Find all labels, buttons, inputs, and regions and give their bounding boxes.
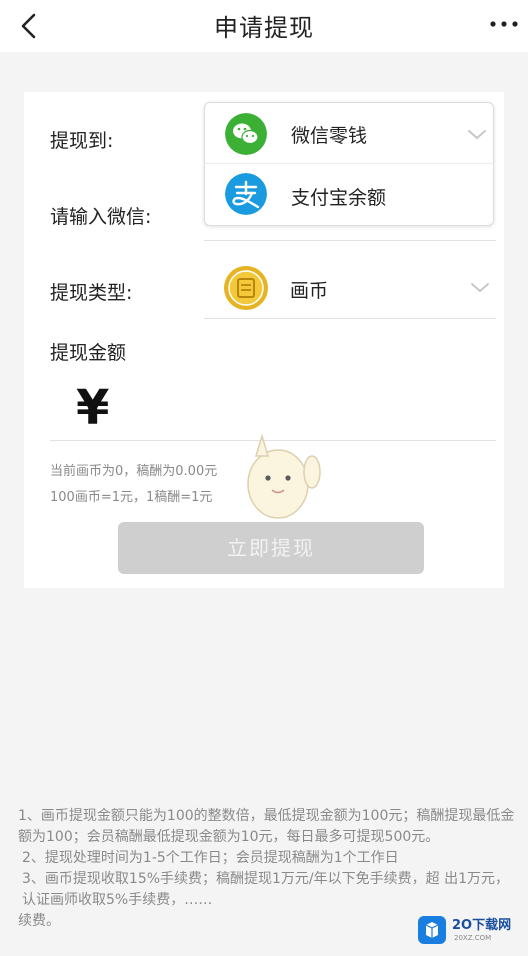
site-watermark: 2O下载网 20XZ.COM	[416, 910, 520, 950]
rate-info: 100画币=1元，1稿酬=1元	[50, 490, 213, 505]
withdraw-type-underline	[204, 318, 496, 319]
withdraw-type-select[interactable]: 画币	[204, 260, 496, 318]
amount-input[interactable]	[134, 384, 496, 434]
option-alipay-balance[interactable]: 支付宝余额	[205, 165, 493, 225]
watermark-sub: 20XZ.COM	[454, 934, 492, 942]
option-wechat-change[interactable]: 微信零钱	[205, 103, 493, 163]
chevron-down-icon	[468, 130, 486, 140]
withdraw-type-value: 画币	[290, 280, 329, 302]
rule-item: 3、画币提现收取15%手续费；稿酬提现1万元/年以下免手续费，超 出1万元，认证…	[22, 871, 510, 908]
wechat-icon	[225, 113, 267, 155]
mascot-watermark-icon	[247, 433, 321, 519]
withdraw-to-label: 提现到:	[50, 130, 114, 152]
watermark-brand: 2O下载网	[452, 918, 512, 933]
wechat-input-underline	[204, 240, 496, 241]
wechat-input-label: 请输入微信:	[50, 206, 152, 228]
page-title: 申请提现	[214, 14, 314, 42]
cube-logo-icon	[418, 916, 446, 944]
rule-item: 1、画币提现金额只能为100的整数倍，最低提现金额为100元；稿酬提现最低金额为…	[18, 808, 515, 845]
rule-item: 2、提现处理时间为1-5个工作日；会员提现稿酬为1个工作日	[22, 850, 399, 866]
option-wechat-label: 微信零钱	[291, 125, 368, 147]
submit-withdraw-button[interactable]: 立即提现	[118, 522, 424, 574]
balance-info: 当前画币为0，稿酬为0.00元	[50, 464, 218, 479]
withdraw-type-label: 提现类型:	[50, 282, 133, 304]
currency-symbol: ¥	[76, 380, 110, 436]
dropdown-divider	[205, 163, 493, 164]
payout-method-dropdown[interactable]: 微信零钱 支付宝余额	[204, 102, 494, 226]
top-bar: 申请提现	[0, 0, 528, 52]
coin-icon	[224, 266, 268, 310]
alipay-icon	[225, 173, 267, 215]
chevron-down-icon	[471, 283, 489, 293]
option-alipay-label: 支付宝余额	[291, 187, 387, 209]
amount-label: 提现金额	[50, 342, 127, 364]
more-options-icon[interactable]	[486, 14, 522, 34]
